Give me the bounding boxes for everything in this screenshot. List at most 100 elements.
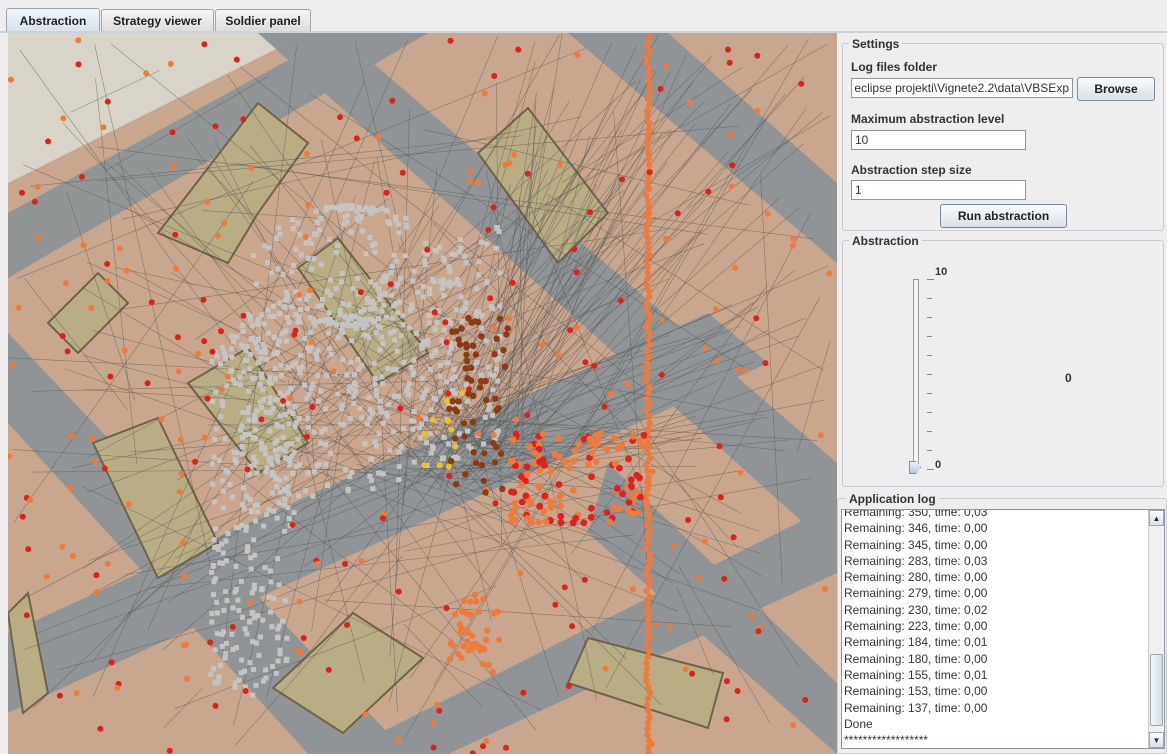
grey-point <box>323 462 329 467</box>
map-point <box>573 324 580 331</box>
grey-point <box>328 351 334 357</box>
map-point <box>585 460 592 468</box>
scrollbar-thumb[interactable] <box>1150 654 1163 726</box>
grey-point <box>400 322 406 328</box>
grey-point <box>319 297 325 303</box>
grey-point <box>271 334 277 340</box>
grey-point <box>386 402 392 408</box>
grey-point <box>373 387 379 393</box>
run-abstraction-button[interactable]: Run abstraction <box>940 204 1067 228</box>
grey-point <box>397 299 403 305</box>
grey-point <box>271 472 277 478</box>
map-point <box>475 608 482 615</box>
grey-point <box>241 344 246 350</box>
grey-point <box>306 392 312 398</box>
map-point <box>645 77 652 85</box>
grey-point <box>210 563 216 569</box>
map-point <box>219 386 225 393</box>
grey-point <box>377 398 383 404</box>
slider-track[interactable] <box>913 279 919 469</box>
map-point <box>725 46 731 53</box>
grey-point <box>340 357 346 363</box>
map-point <box>643 299 650 307</box>
map-point <box>642 461 650 469</box>
map-point <box>314 560 321 567</box>
grey-point <box>338 279 344 285</box>
grey-point <box>293 246 299 252</box>
grey-point <box>313 208 319 214</box>
map-point <box>734 367 741 374</box>
map-point <box>644 485 652 493</box>
slider-thumb-icon[interactable] <box>909 461 921 474</box>
triangle-up-icon[interactable]: ▲ <box>1149 510 1164 526</box>
grey-point <box>459 318 465 324</box>
grey-point <box>354 208 360 214</box>
map-point <box>701 538 708 545</box>
grey-point <box>277 300 282 306</box>
tab-strategy-viewer[interactable]: Strategy viewer <box>101 9 214 31</box>
tab-abstraction[interactable]: Abstraction <box>6 8 100 32</box>
grey-point <box>476 259 482 265</box>
max-level-field[interactable]: 10 <box>851 130 1026 150</box>
grey-point <box>249 323 255 329</box>
grey-point <box>476 272 482 278</box>
grey-point <box>405 385 411 391</box>
log-textarea[interactable]: Remaining: 350, time: 0,03 Remaining: 346… <box>841 509 1165 749</box>
map-point <box>666 624 673 630</box>
grey-point <box>265 307 271 313</box>
grey-point <box>227 482 233 488</box>
grey-point <box>251 455 256 461</box>
map-point <box>353 135 360 142</box>
grey-point <box>222 655 228 661</box>
grey-point <box>323 317 329 323</box>
map-point <box>645 647 652 655</box>
slider-tick <box>927 298 932 299</box>
map-point <box>531 450 539 457</box>
map-point <box>569 623 576 630</box>
grey-point <box>275 458 281 464</box>
map-point <box>646 401 653 409</box>
map-point <box>523 470 531 478</box>
grey-point <box>337 312 343 317</box>
grey-point <box>374 207 380 213</box>
map-canvas[interactable] <box>8 33 837 754</box>
grey-point <box>449 345 455 351</box>
step-size-label: Abstraction step size <box>851 163 972 177</box>
grey-point <box>286 409 292 415</box>
map-view[interactable] <box>8 33 837 754</box>
grey-point <box>214 354 220 360</box>
grey-point <box>305 415 311 421</box>
map-point <box>337 114 343 121</box>
grey-point <box>253 518 258 524</box>
map-point <box>465 314 472 322</box>
slider-max-label: 10 <box>935 266 948 278</box>
map-point <box>602 665 609 672</box>
map-point <box>737 469 744 476</box>
map-point <box>572 514 579 522</box>
map-point <box>569 487 577 494</box>
grey-point <box>315 303 321 309</box>
map-point <box>45 138 52 145</box>
map-point <box>482 489 489 496</box>
grey-point <box>286 491 292 497</box>
map-point <box>573 269 580 276</box>
map-point <box>645 605 652 613</box>
map-point <box>195 350 202 357</box>
log-folder-field[interactable]: eclipse projekti\Vignete2.2\data\VBSExp <box>851 78 1073 98</box>
grey-point <box>224 598 230 604</box>
map-point <box>452 443 459 450</box>
triangle-down-icon[interactable]: ▼ <box>1149 732 1164 748</box>
grey-point <box>441 327 447 333</box>
map-point <box>798 80 805 87</box>
grey-point <box>220 550 226 556</box>
log-scrollbar[interactable]: ▲ ▼ <box>1148 510 1164 748</box>
map-point <box>93 589 100 596</box>
grey-point <box>252 416 258 422</box>
grey-point <box>258 355 264 361</box>
grey-point <box>219 631 225 637</box>
tab-soldier-panel[interactable]: Soldier panel <box>215 9 311 31</box>
step-size-field[interactable]: 1 <box>851 180 1026 200</box>
browse-button[interactable]: Browse <box>1077 77 1155 101</box>
grey-point <box>428 450 434 456</box>
tab-bar: Abstraction Strategy viewer Soldier pane… <box>0 0 1167 33</box>
